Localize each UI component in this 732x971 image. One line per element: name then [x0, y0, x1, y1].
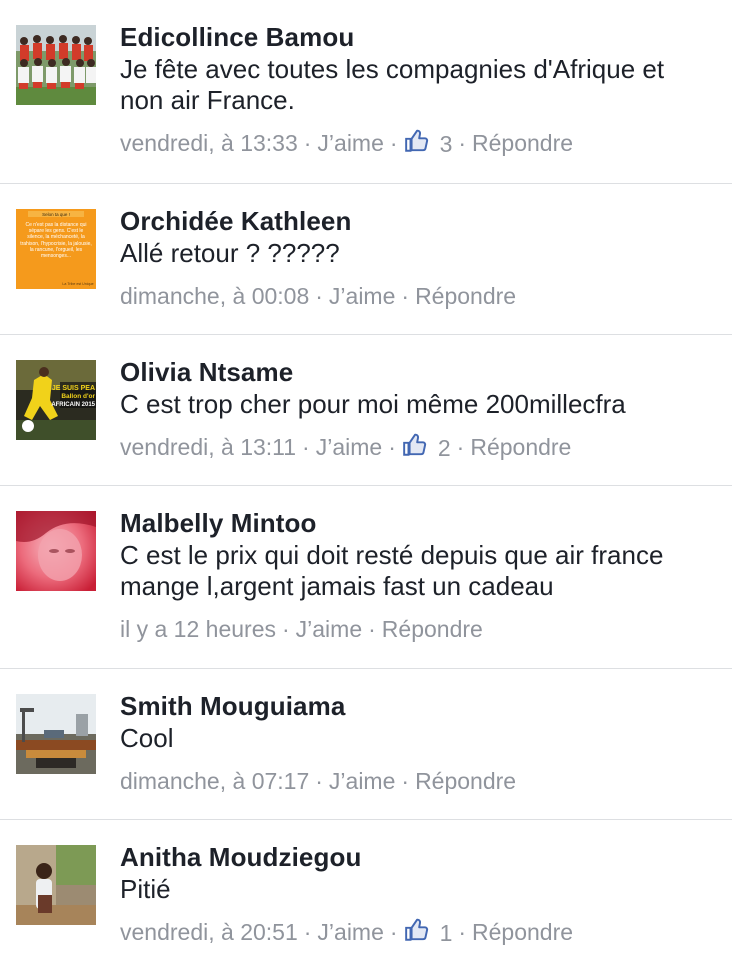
separator: · [368, 615, 376, 642]
comment-text: C est trop cher pour moi même 200millecf… [120, 389, 626, 419]
comment-item: Anitha Moudziegou Pitié vendredi, à 20:5… [0, 820, 732, 971]
comment-time[interactable]: dimanche, à 00:08 [120, 281, 309, 311]
reply-link[interactable]: Répondre [472, 128, 573, 158]
like-count: 3 [439, 130, 453, 157]
comment-time[interactable]: vendredi, à 13:11 [120, 432, 296, 462]
separator: · [458, 918, 467, 945]
like-link[interactable]: J’aime [329, 766, 395, 796]
comment-author[interactable]: Anitha Moudziegou [120, 840, 712, 874]
comment-item: JE SUIS PEA Ballon d'or AFRICAIN 2015 Ol… [0, 335, 732, 486]
poster-line1: JE SUIS PEA [52, 385, 95, 392]
comment-author[interactable]: Edicollince Bamou [120, 20, 712, 54]
reply-link[interactable]: Répondre [382, 614, 483, 644]
comment-meta: vendredi, à 13:11 · J’aime · 2 · Répondre [120, 430, 712, 463]
like-link[interactable]: J’aime [296, 614, 362, 644]
like-link[interactable]: J’aime [329, 281, 395, 311]
separator: · [303, 918, 312, 945]
comment-item: Selon ta que ! Ce n'est pas la distance … [0, 184, 732, 335]
separator: · [389, 918, 398, 945]
comment-meta: vendredi, à 20:51 · J’aime · 1 · Répondre [120, 915, 712, 948]
like-count: 2 [437, 434, 451, 461]
quote-body: Ce n'est pas la distance qui sépare les … [20, 222, 92, 260]
comment-author[interactable]: Olivia Ntsame [120, 355, 712, 389]
comment-author[interactable]: Orchidée Kathleen [120, 204, 712, 238]
reaction-count[interactable]: 3 [404, 127, 453, 159]
quote-footer: La Tribe est Unique [62, 282, 93, 286]
like-link[interactable]: J’aime [316, 432, 382, 462]
quote-header: Selon ta que ! [42, 212, 70, 217]
reaction-count[interactable]: 2 [402, 431, 451, 463]
comment-meta: dimanche, à 00:08 · J’aime · Répondre [120, 279, 712, 311]
reaction-count[interactable]: 1 [404, 916, 453, 948]
separator: · [401, 767, 410, 794]
reply-link[interactable]: Répondre [415, 281, 516, 311]
person-photo-avatar [16, 845, 96, 925]
separator: · [315, 282, 323, 309]
comment-time[interactable]: vendredi, à 13:33 [120, 128, 298, 158]
thumbs-up-icon [404, 129, 428, 152]
comment-meta: dimanche, à 07:17 · J’aime · Répondre [120, 764, 712, 796]
avatar[interactable] [16, 511, 96, 591]
separator: · [388, 433, 396, 460]
comment-author[interactable]: Smith Mouguiama [120, 689, 712, 723]
separator: · [302, 433, 310, 460]
comment-item: Edicollince Bamou Je fête avec toutes le… [0, 0, 732, 184]
construction-site-avatar [16, 694, 96, 774]
comment-text: C est le prix qui doit resté depuis que … [120, 540, 664, 601]
separator: · [401, 282, 410, 309]
like-count: 1 [439, 919, 453, 946]
football-poster-avatar: JE SUIS PEA Ballon d'or AFRICAIN 2015 [16, 360, 96, 440]
like-link[interactable]: J’aime [317, 917, 383, 947]
thumbs-up-icon [404, 918, 428, 941]
avatar[interactable] [16, 694, 96, 774]
separator: · [315, 767, 323, 794]
separator: · [389, 129, 398, 156]
separator: · [458, 129, 467, 156]
comment-list: Edicollince Bamou Je fête avec toutes le… [0, 0, 732, 971]
comment-time[interactable]: vendredi, à 20:51 [120, 917, 298, 947]
separator: · [303, 129, 312, 156]
avatar[interactable] [16, 25, 96, 105]
poster-line3: AFRICAIN 2015 [51, 402, 95, 408]
reply-link[interactable]: Répondre [472, 917, 573, 947]
poster-line2: Ballon d'or [61, 393, 95, 400]
avatar[interactable]: JE SUIS PEA Ballon d'or AFRICAIN 2015 [16, 360, 96, 440]
thumbs-up-icon [403, 433, 426, 456]
separator: · [281, 615, 290, 642]
avatar[interactable] [16, 845, 96, 925]
portrait-red-avatar [16, 511, 96, 591]
comment-meta: vendredi, à 13:33 · J’aime · 3 · Répondre [120, 126, 712, 159]
avatar[interactable]: Selon ta que ! Ce n'est pas la distance … [16, 209, 96, 289]
comment-item: Smith Mouguiama Cool dimanche, à 07:17 · J… [0, 669, 732, 820]
comment-author[interactable]: Malbelly Mintoo [120, 506, 712, 540]
reply-link[interactable]: Répondre [415, 766, 516, 796]
comment-item: Malbelly Mintoo C est le prix qui doit r… [0, 486, 732, 669]
comment-text: Allé retour ? ????? [120, 238, 340, 268]
like-link[interactable]: J’aime [317, 128, 383, 158]
comment-text: Je fête avec toutes les compagnies d'Afr… [120, 54, 665, 115]
comment-time[interactable]: il y a 12 heures [120, 614, 276, 644]
team-photo-avatar [16, 25, 96, 105]
reply-link[interactable]: Répondre [470, 432, 571, 462]
comment-time[interactable]: dimanche, à 07:17 [120, 766, 309, 796]
separator: · [456, 433, 465, 460]
quote-card-avatar: Selon ta que ! Ce n'est pas la distance … [16, 209, 96, 289]
comment-text: Pitié [120, 874, 171, 904]
comment-meta: il y a 12 heures · J’aime · Répondre [120, 612, 712, 644]
comment-text: Cool [120, 723, 174, 753]
